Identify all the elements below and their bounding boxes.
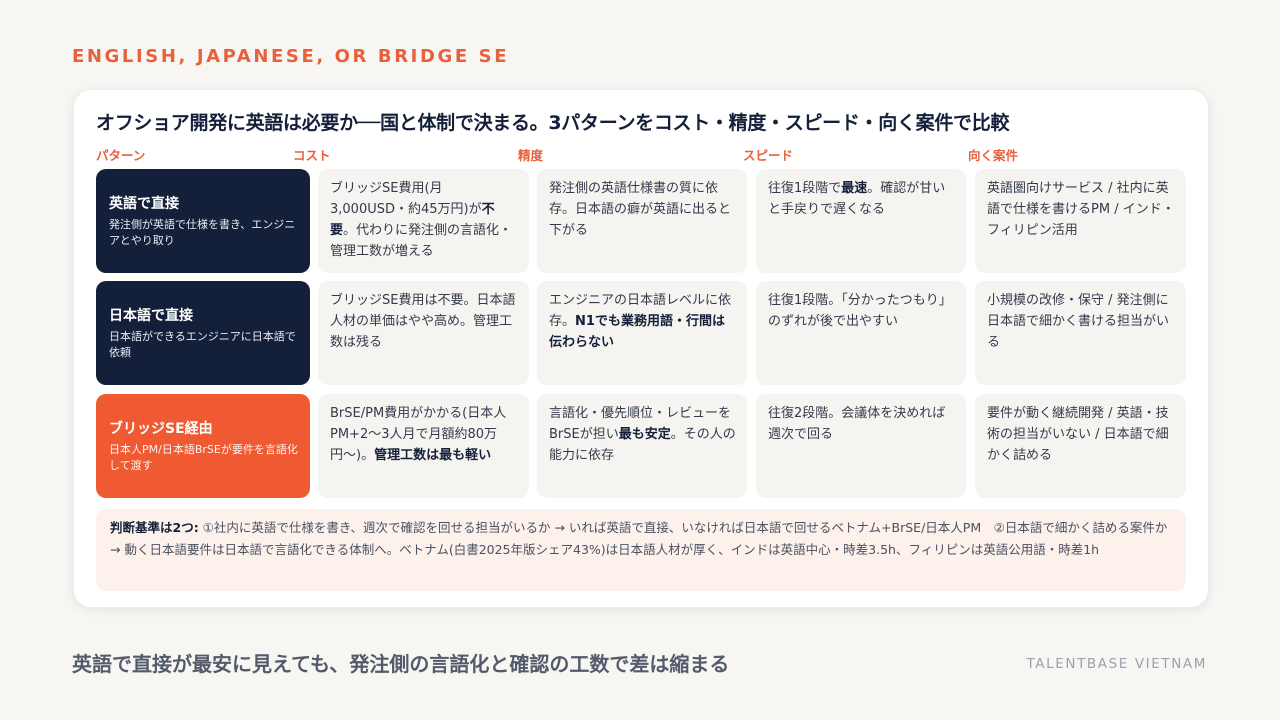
comparison-card: オフショア開発に英語は必要か──国と体制で決まる。3パターンをコスト・精度・スピ… (73, 89, 1209, 608)
note-text: ①社内に英語で仕様を書き、週次で確認を回せる担当がいるか → いれば英語で直接、… (110, 520, 1168, 557)
table-row: 日本語で直接 日本語ができるエンジニアに日本語で依頼 ブリッジSE費用は不要。日… (96, 281, 1186, 385)
eyebrow-label: ENGLISH, JAPANESE, OR BRIDGE SE (72, 46, 510, 67)
pattern-cell-english: 英語で直接 発注側が英語で仕様を書き、エンジニアとやり取り (96, 169, 310, 273)
pattern-desc: 発注側が英語で仕様を書き、エンジニアとやり取り (109, 218, 296, 247)
column-header-fit: 向く案件 (968, 148, 1019, 163)
speed-cell: 往復1段階。「分かったつもり」のずれが後で出やすい (756, 281, 966, 385)
column-header-pattern: パターン (96, 148, 146, 163)
accuracy-cell: 言語化・優先順位・レビューをBrSEが担い最も安定。その人の能力に依存 (537, 394, 747, 498)
column-header-cost: コスト (293, 148, 331, 163)
pattern-cell-bridge-se: ブリッジSE経由 日本人PM/日本語BrSEが要件を言語化して渡す (96, 394, 310, 498)
accuracy-cell: エンジニアの日本語レベルに依存。N1でも業務用語・行間は伝わらない (537, 281, 747, 385)
pattern-name: ブリッジSE経由 (109, 421, 213, 437)
accuracy-cell: 発注側の英語仕様書の質に依存。日本語の癖が英語に出ると下がる (537, 169, 747, 273)
footer-takeaway: 英語で直接が最安に見えても、発注側の言語化と確認の工数で差は縮まる (72, 652, 730, 676)
cost-cell: BrSE/PM費用がかかる(日本人PM+2〜3人月で月額約80万円〜)。管理工数… (318, 394, 529, 498)
pattern-desc: 日本人PM/日本語BrSEが要件を言語化して渡す (109, 443, 298, 472)
card-title: オフショア開発に英語は必要か──国と体制で決まる。3パターンをコスト・精度・スピ… (96, 112, 1010, 134)
pattern-desc: 日本語ができるエンジニアに日本語で依頼 (109, 330, 296, 359)
cost-cell: ブリッジSE費用は不要。日本語人材の単価はやや高め。管理工数は残る (318, 281, 529, 385)
pattern-name: 日本語で直接 (109, 308, 193, 324)
pattern-name: 英語で直接 (109, 196, 179, 212)
table-row: ブリッジSE経由 日本人PM/日本語BrSEが要件を言語化して渡す BrSE/P… (96, 394, 1186, 498)
fit-cell: 英語圏向けサービス / 社内に英語で仕様を書けるPM / インド・フィリピン活用 (975, 169, 1186, 273)
fit-cell: 小規模の改修・保守 / 発注側に日本語で細かく書ける担当がいる (975, 281, 1186, 385)
column-header-speed: スピード (743, 148, 794, 163)
fit-cell: 要件が動く継続開発 / 英語・技術の担当がいない / 日本語で細かく詰める (975, 394, 1186, 498)
cost-cell: ブリッジSE費用(月3,000USD・約45万円)が不要。代わりに発注側の言語化… (318, 169, 529, 273)
column-header-accuracy: 精度 (518, 148, 544, 163)
table-row: 英語で直接 発注側が英語で仕様を書き、エンジニアとやり取り ブリッジSE費用(月… (96, 169, 1186, 273)
pattern-cell-japanese: 日本語で直接 日本語ができるエンジニアに日本語で依頼 (96, 281, 310, 385)
speed-cell: 往復2段階。会議体を決めれば週次で回る (756, 394, 966, 498)
footer-brand: TALENTBASE VIETNAM (1026, 656, 1207, 672)
judgement-note: 判断基準は2つ: ①社内に英語で仕様を書き、週次で確認を回せる担当がいるか → … (96, 509, 1186, 591)
note-label: 判断基準は2つ: (110, 520, 199, 535)
speed-cell: 往復1段階で最速。確認が甘いと手戻りで遅くなる (756, 169, 966, 273)
